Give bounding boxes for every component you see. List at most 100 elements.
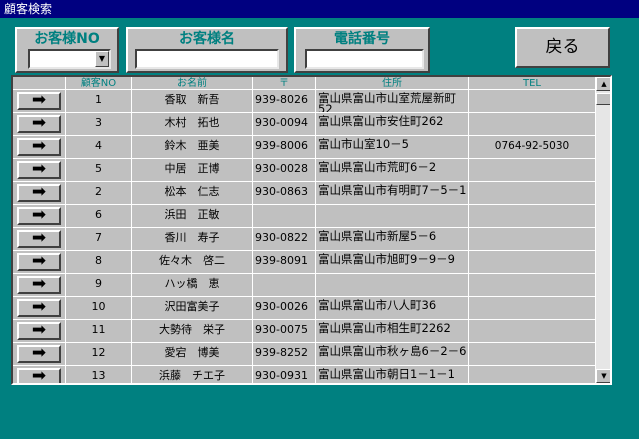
table-row[interactable]: ➡ 2 松本 仁志 930-0863 富山県富山市有明町7－5－1 — [13, 182, 596, 205]
arrow-right-icon[interactable]: ➡ — [17, 322, 61, 340]
table-row[interactable]: ➡ 6 浜田 正敏 — [13, 205, 596, 228]
arrow-right-icon[interactable]: ➡ — [17, 253, 61, 271]
cell-tel — [469, 343, 596, 366]
customer-name-input[interactable] — [137, 54, 277, 70]
cell-tel — [469, 90, 596, 113]
row-select-cell: ➡ — [13, 366, 66, 383]
cell-tel — [469, 297, 596, 320]
cell-address — [316, 205, 469, 228]
arrow-right-icon[interactable]: ➡ — [17, 368, 61, 383]
table-row[interactable]: ➡ 11 大勢待 栄子 930-0075 富山県富山市相生町2262 — [13, 320, 596, 343]
row-select-cell: ➡ — [13, 274, 66, 297]
header-name: お名前 — [132, 77, 253, 90]
cell-address: 富山県富山市朝日1－1－1 — [316, 366, 469, 383]
cell-zip: 939-8006 — [253, 136, 316, 159]
arrow-right-icon[interactable]: ➡ — [17, 115, 61, 133]
customer-name-group: お客様名 — [126, 27, 288, 73]
row-select-cell: ➡ — [13, 136, 66, 159]
cell-address: 富山県富山市秋ヶ島6－2－6 — [316, 343, 469, 366]
cell-customer-no: 7 — [66, 228, 132, 251]
cell-name: 中居 正博 — [132, 159, 253, 182]
cell-address — [316, 274, 469, 297]
cell-name: 鈴木 亜美 — [132, 136, 253, 159]
back-button[interactable]: 戻る — [515, 27, 610, 68]
cell-name: ハッ橋 恵 — [132, 274, 253, 297]
row-select-cell: ➡ — [13, 251, 66, 274]
vertical-scrollbar[interactable]: ▲ ▼ — [596, 77, 610, 383]
table-row[interactable]: ➡ 10 沢田富美子 930-0026 富山県富山市八人町36 — [13, 297, 596, 320]
cell-customer-no: 5 — [66, 159, 132, 182]
cell-address: 富山県富山市新屋5－6 — [316, 228, 469, 251]
row-select-cell: ➡ — [13, 228, 66, 251]
arrow-right-icon[interactable]: ➡ — [17, 138, 61, 156]
cell-name: 香川 寿子 — [132, 228, 253, 251]
cell-zip — [253, 205, 316, 228]
cell-name: 沢田富美子 — [132, 297, 253, 320]
cell-customer-no: 8 — [66, 251, 132, 274]
row-select-cell: ➡ — [13, 90, 66, 113]
phone-group: 電話番号 — [294, 27, 430, 73]
cell-address: 富山県富山市安住町262 — [316, 113, 469, 136]
table-row[interactable]: ➡ 8 佐々木 啓二 939-8091 富山県富山市旭町9－9－9 — [13, 251, 596, 274]
cell-name: 浜藤 チエ子 — [132, 366, 253, 383]
cell-zip: 930-0075 — [253, 320, 316, 343]
row-select-cell: ➡ — [13, 297, 66, 320]
cell-address: 富山県富山市旭町9－9－9 — [316, 251, 469, 274]
arrow-right-icon[interactable]: ➡ — [17, 230, 61, 248]
arrow-right-icon[interactable]: ➡ — [17, 345, 61, 363]
cell-address: 富山県富山市山室荒屋新町52 — [316, 90, 469, 113]
customer-grid: 顧客NO お名前 〒 住所 TEL ➡ 1 香取 新吾 939-8026 富山県富山市山… — [11, 75, 612, 385]
row-select-cell: ➡ — [13, 182, 66, 205]
cell-name: 木村 拓也 — [132, 113, 253, 136]
row-select-cell: ➡ — [13, 343, 66, 366]
cell-name: 佐々木 啓二 — [132, 251, 253, 274]
header-customer-no: 顧客NO — [66, 77, 132, 90]
cell-zip: 930-0931 — [253, 366, 316, 383]
customer-no-combobox[interactable]: ▼ — [28, 49, 111, 70]
arrow-right-icon[interactable]: ➡ — [17, 184, 61, 202]
cell-tel: 0764-92-5030 — [469, 136, 596, 159]
cell-zip: 930-0028 — [253, 159, 316, 182]
cell-name: 浜田 正敏 — [132, 205, 253, 228]
dropdown-arrow-icon[interactable]: ▼ — [95, 51, 109, 67]
cell-tel — [469, 159, 596, 182]
customer-name-label: お客様名 — [179, 31, 235, 47]
cell-customer-no: 4 — [66, 136, 132, 159]
header-tel: TEL — [469, 77, 596, 90]
form-body: お客様NO ▼ お客様名 電話番号 戻る 顧客NO お名前 〒 住所 TEL ➡… — [0, 18, 639, 439]
arrow-right-icon[interactable]: ➡ — [17, 207, 61, 225]
cell-name: 香取 新吾 — [132, 90, 253, 113]
table-row[interactable]: ➡ 1 香取 新吾 939-8026 富山県富山市山室荒屋新町52 — [13, 90, 596, 113]
phone-label: 電話番号 — [334, 31, 390, 47]
scroll-up-icon[interactable]: ▲ — [596, 77, 610, 91]
arrow-right-icon[interactable]: ➡ — [17, 276, 61, 294]
arrow-right-icon[interactable]: ➡ — [17, 299, 61, 317]
row-select-cell: ➡ — [13, 205, 66, 228]
customer-no-group: お客様NO ▼ — [15, 27, 119, 73]
cell-tel — [469, 228, 596, 251]
table-row[interactable]: ➡ 9 ハッ橋 恵 — [13, 274, 596, 297]
cell-tel — [469, 113, 596, 136]
table-row[interactable]: ➡ 5 中居 正博 930-0028 富山県富山市荒町6－2 — [13, 159, 596, 182]
customer-name-field[interactable] — [135, 49, 279, 70]
scroll-thumb[interactable] — [596, 93, 610, 105]
cell-zip: 939-8026 — [253, 90, 316, 113]
cell-zip — [253, 274, 316, 297]
phone-input[interactable] — [307, 54, 422, 70]
table-row[interactable]: ➡ 13 浜藤 チエ子 930-0931 富山県富山市朝日1－1－1 — [13, 366, 596, 383]
table-row[interactable]: ➡ 4 鈴木 亜美 939-8006 富山市山室10－5 0764-92-5030 — [13, 136, 596, 159]
cell-customer-no: 10 — [66, 297, 132, 320]
cell-customer-no: 2 — [66, 182, 132, 205]
scroll-down-icon[interactable]: ▼ — [596, 369, 610, 383]
arrow-right-icon[interactable]: ➡ — [17, 161, 61, 179]
header-select-column — [13, 77, 66, 90]
table-row[interactable]: ➡ 7 香川 寿子 930-0822 富山県富山市新屋5－6 — [13, 228, 596, 251]
cell-address: 富山県富山市八人町36 — [316, 297, 469, 320]
phone-field[interactable] — [305, 49, 424, 70]
cell-tel — [469, 366, 596, 383]
arrow-right-icon[interactable]: ➡ — [17, 92, 61, 110]
cell-name: 松本 仁志 — [132, 182, 253, 205]
table-row[interactable]: ➡ 3 木村 拓也 930-0094 富山県富山市安住町262 — [13, 113, 596, 136]
table-row[interactable]: ➡ 12 愛宕 博美 939-8252 富山県富山市秋ヶ島6－2－6 — [13, 343, 596, 366]
cell-customer-no: 1 — [66, 90, 132, 113]
